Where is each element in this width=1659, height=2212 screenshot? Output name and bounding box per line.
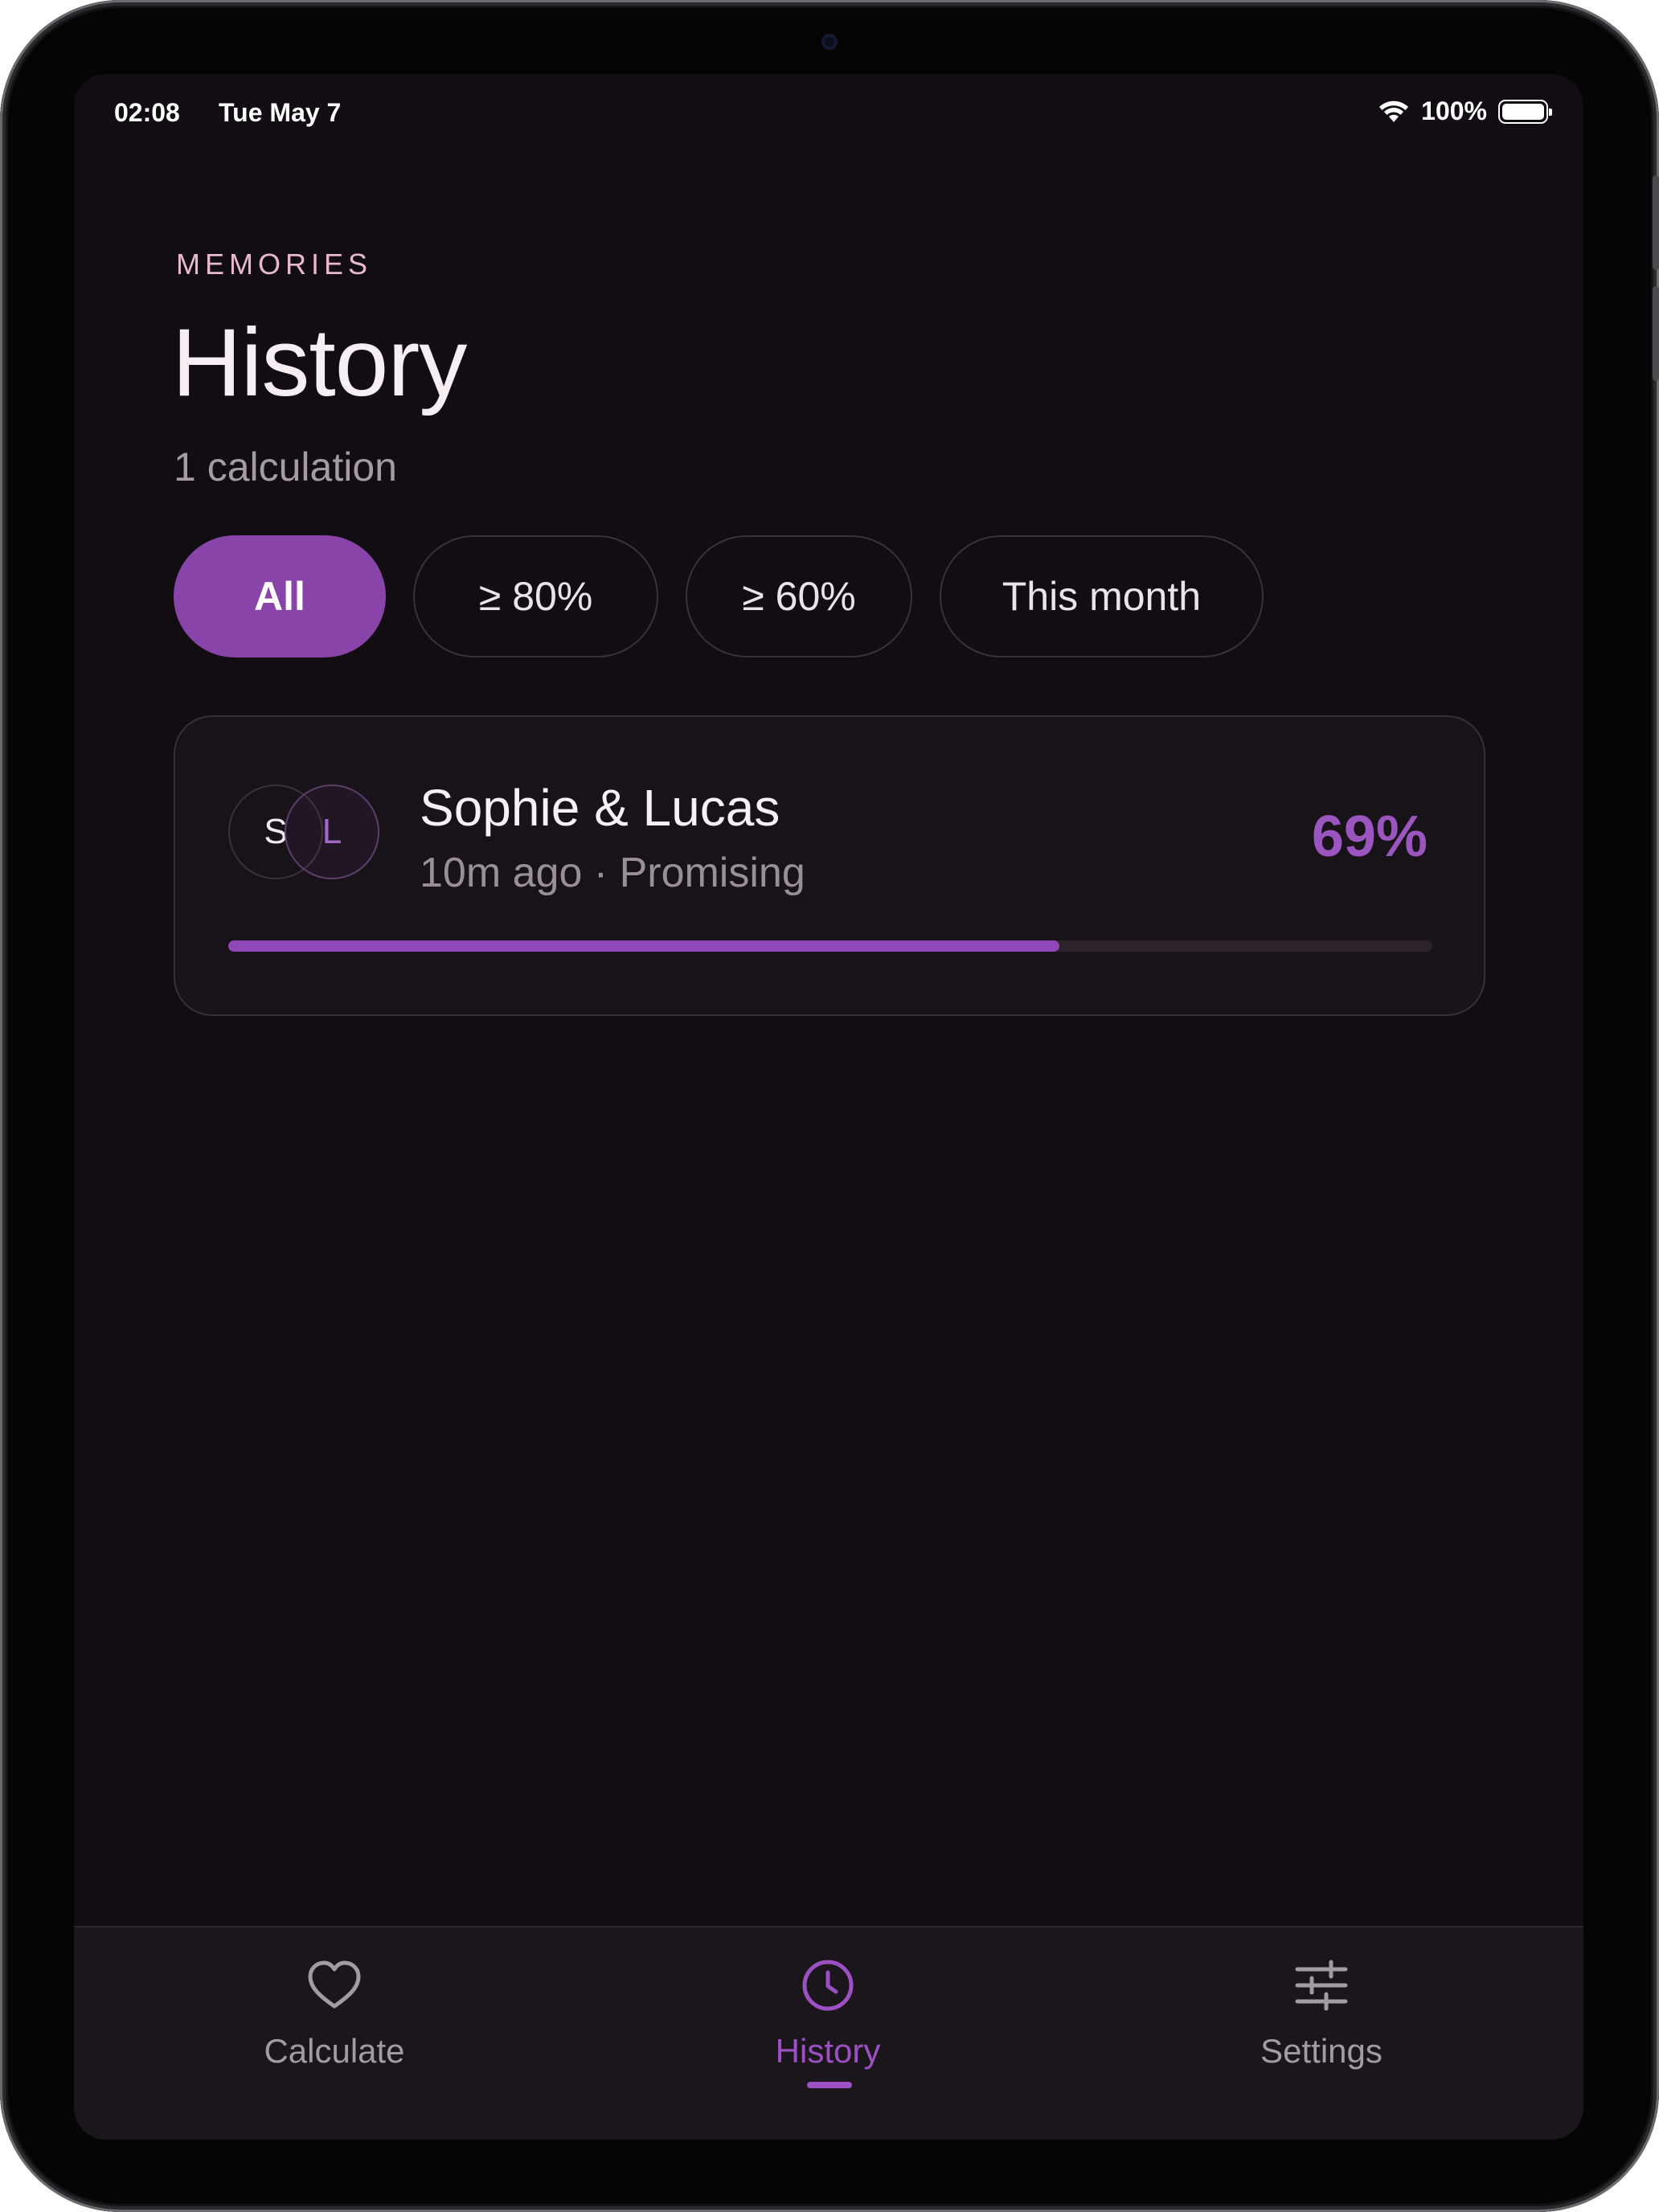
match-percent: 69% xyxy=(1311,805,1428,869)
clock-icon xyxy=(802,1960,854,2011)
match-progress-fill xyxy=(228,940,1059,952)
couple-names: Sophie & Lucas xyxy=(420,779,780,837)
active-tab-indicator xyxy=(807,2082,852,2088)
heart-icon xyxy=(308,1960,361,2009)
status-time: 02:08 xyxy=(114,98,180,127)
calculation-count: 1 calculation xyxy=(174,444,397,490)
tablet-frame: 02:08 Tue May 7 100% MEMORIES History 1 … xyxy=(0,0,1659,2212)
side-button xyxy=(1653,286,1659,381)
history-card[interactable]: S L Sophie & Lucas 10m ago · Promising 6… xyxy=(174,715,1485,1016)
battery-percent: 100% xyxy=(1421,96,1487,125)
page-title: History xyxy=(172,309,467,416)
section-eyebrow: MEMORIES xyxy=(176,248,373,281)
filter-this-month-chip[interactable]: This month xyxy=(939,535,1264,657)
status-date: Tue May 7 xyxy=(219,98,342,127)
filter-80-chip[interactable]: ≥ 80% xyxy=(412,535,659,657)
tab-calculate-label: Calculate xyxy=(264,2032,405,2070)
tab-history-label: History xyxy=(775,2032,881,2070)
volume-button xyxy=(1653,175,1659,270)
front-camera xyxy=(821,34,838,50)
match-progress-track xyxy=(228,940,1432,952)
history-meta: 10m ago · Promising xyxy=(420,850,805,896)
avatar-initial-b: L xyxy=(285,784,379,879)
tab-bar: Calculate History Settings xyxy=(74,1926,1583,2140)
sliders-icon xyxy=(1295,1960,1348,2011)
tab-calculate[interactable]: Calculate xyxy=(190,1953,479,2071)
status-bar: 02:08 Tue May 7 100% xyxy=(74,74,1583,154)
battery-icon xyxy=(1498,99,1552,124)
filter-chips: All ≥ 80% ≥ 60% This month xyxy=(174,535,1264,657)
tab-settings-label: Settings xyxy=(1260,2032,1382,2070)
app-screen: 02:08 Tue May 7 100% MEMORIES History 1 … xyxy=(74,74,1583,2140)
tab-settings[interactable]: Settings xyxy=(1177,1953,1466,2071)
wifi-icon xyxy=(1379,100,1409,122)
tab-history[interactable]: History xyxy=(683,1953,973,2071)
filter-60-chip[interactable]: ≥ 60% xyxy=(686,535,912,657)
filter-all-chip[interactable]: All xyxy=(174,535,386,657)
status-right: 100% xyxy=(1378,96,1552,126)
